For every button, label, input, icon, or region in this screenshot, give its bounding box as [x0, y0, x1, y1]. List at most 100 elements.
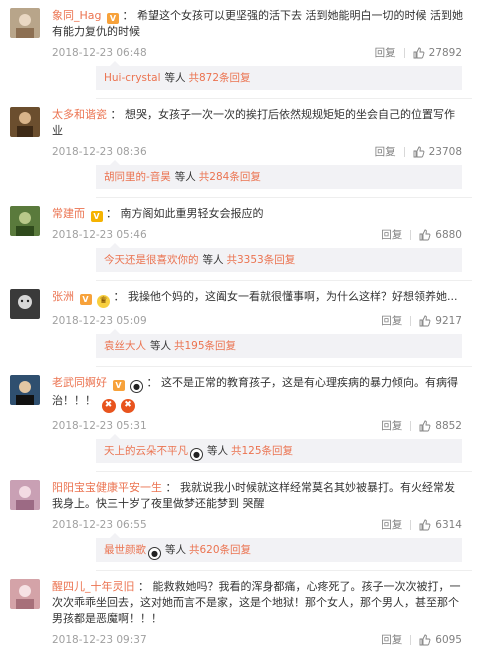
timestamp: 2018-12-23 05:46 — [52, 229, 147, 241]
reply-summary[interactable]: 袁丝大人 等人 共195条回复 — [96, 329, 462, 358]
reply-button[interactable]: 回复 — [381, 514, 402, 536]
member-badge-icon: V — [107, 13, 119, 24]
avatar[interactable] — [10, 579, 40, 609]
reply-button[interactable]: 回复 — [375, 141, 396, 163]
reply-author[interactable]: 胡同里的-音昊 — [104, 171, 171, 183]
username[interactable]: 老武同婀好 — [52, 376, 107, 389]
username[interactable]: 常建而 — [52, 207, 85, 220]
reply-connector: 等人 — [164, 72, 186, 84]
thumbs-up-icon[interactable] — [413, 146, 425, 158]
username[interactable]: 太多和谐瓷 — [52, 108, 107, 121]
like-count[interactable]: 6095 — [435, 629, 462, 651]
avatar[interactable] — [10, 107, 40, 137]
thumbs-up-icon[interactable] — [419, 315, 431, 327]
reply-button[interactable]: 回复 — [381, 310, 402, 332]
reply-author[interactable]: Hui-crystal — [104, 72, 161, 84]
comment-separator: ： — [165, 481, 177, 494]
thumbs-up-icon[interactable] — [419, 519, 431, 531]
avatar[interactable] — [10, 8, 40, 38]
username[interactable]: 张洲 — [52, 290, 74, 303]
reply-count-link[interactable]: 共125条回复 — [231, 445, 293, 457]
timestamp: 2018-12-23 05:09 — [52, 315, 147, 327]
member-badge-icon: V — [79, 294, 92, 305]
reply-button[interactable]: 回复 — [381, 629, 402, 651]
thumbs-up-icon[interactable] — [419, 229, 431, 241]
divider — [410, 520, 412, 530]
comment-separator: ： — [146, 376, 158, 389]
reply-connector: 等人 — [174, 171, 196, 183]
like-count[interactable]: 9217 — [435, 310, 462, 332]
avatar[interactable] — [10, 206, 40, 236]
thumbs-up-icon[interactable] — [419, 634, 431, 646]
member-badge-icon: V — [112, 380, 125, 391]
verified-badge-icon: V — [90, 211, 103, 222]
reply-button[interactable]: 回复 — [381, 224, 402, 246]
avatar[interactable] — [10, 289, 40, 319]
comment-separator: ： — [138, 580, 149, 593]
angry-face-icon: ✖ — [121, 399, 135, 413]
reply-button[interactable]: 回复 — [381, 415, 402, 437]
reply-connector: 等人 — [202, 254, 224, 266]
reply-count-link[interactable]: 共872条回复 — [189, 72, 251, 84]
angry-face-icon: ✖ — [101, 399, 116, 413]
username[interactable]: 象同_Hag — [52, 9, 102, 22]
timestamp: 2018-12-23 06:48 — [52, 47, 147, 59]
crown-icon: ♛ — [97, 295, 110, 308]
like-count[interactable]: 8852 — [435, 415, 462, 437]
reply-connector: 等人 — [165, 544, 186, 556]
reply-count-link[interactable]: 共3353条回复 — [227, 254, 296, 266]
comment-separator: ： — [113, 290, 125, 303]
reply-count-link[interactable]: 共620条回复 — [189, 544, 251, 556]
thumbs-up-icon[interactable] — [419, 420, 431, 432]
timestamp: 2018-12-23 09:37 — [52, 634, 147, 646]
reply-author[interactable]: 袁丝大人 — [104, 340, 146, 352]
reply-author[interactable]: 天上的云朵不平凡 — [104, 445, 188, 457]
like-count[interactable]: 6880 — [435, 224, 462, 246]
comment-separator: ： — [122, 9, 134, 22]
reply-connector: 等人 — [150, 340, 171, 352]
reply-author[interactable]: 最世颜歌 — [104, 544, 146, 556]
panda-icon: ● — [130, 380, 143, 393]
timestamp: 2018-12-23 08:36 — [52, 146, 147, 158]
comment-separator: ： — [106, 207, 117, 220]
reply-count-link[interactable]: 共284条回复 — [199, 171, 261, 183]
divider — [403, 48, 405, 58]
timestamp: 2018-12-23 06:55 — [52, 519, 147, 531]
avatar[interactable] — [10, 375, 40, 405]
comment-text: 我操他个妈的，这阖女一看就很懂事啊，为什么这样？好想领养她... — [128, 290, 458, 303]
reply-summary[interactable]: Hui-crystal 等人 共872条回复 — [96, 61, 462, 90]
comment-item: 老武同婀好 V ● ： 这不是正常的教育孩子，这是有心理疾病的暴力倾向。有病得治… — [0, 367, 480, 472]
reply-summary[interactable]: 胡同里的-音昊 等人 共284条回复 — [96, 160, 462, 189]
panda-icon: ● — [148, 547, 161, 560]
panda-icon: ● — [190, 448, 203, 461]
comment-text: 南方阁如此重男轻女会报应的 — [120, 207, 264, 220]
comment-item: 常建而 V ： 南方阁如此重男轻女会报应的 2018-12-23 05:46 回… — [0, 198, 480, 281]
comment-item: 太多和谐瓷 ： 想哭，女孩子一次一次的挨打后依然规规矩矩的坐会自己的位置写作业 … — [0, 99, 480, 198]
thumbs-up-icon[interactable] — [413, 47, 425, 59]
comment-item: 张洲 V ♛ ： 我操他个妈的，这阖女一看就很懂事啊，为什么这样？好想领养她..… — [0, 281, 480, 367]
timestamp: 2018-12-23 05:31 — [52, 420, 147, 432]
comment-item: 象同_Hag V ： 希望这个女孩可以更坚强的活下去 活到她能明白一切的时候 活… — [0, 0, 480, 99]
comment-item: 醒四儿_十年灵旧 ： 能救救她吗？我看的浑身都痛，心疼死了。孩子一次次被打，一次… — [0, 571, 480, 651]
divider — [410, 316, 412, 326]
reply-summary[interactable]: 最世颜歌 ● 等人 共620条回复 — [96, 533, 462, 562]
divider — [410, 635, 412, 645]
username[interactable]: 醒四儿_十年灵旧 — [52, 580, 135, 593]
like-count[interactable]: 27892 — [429, 42, 462, 64]
reply-summary[interactable]: 今天还是很喜欢你的 等人 共3353条回复 — [96, 243, 462, 272]
reply-author[interactable]: 今天还是很喜欢你的 — [104, 254, 199, 266]
reply-count-link[interactable]: 共195条回复 — [174, 340, 236, 352]
reply-summary[interactable]: 天上的云朵不平凡 ● 等人 共125条回复 — [96, 434, 462, 463]
like-count[interactable]: 23708 — [429, 141, 462, 163]
comment-item: 阳阳宝宝健康平安一生 ： 我就说我小时候就这样经常莫名其妙被暴打。有火经常发我身… — [0, 472, 480, 571]
divider — [403, 147, 405, 157]
divider — [410, 421, 412, 431]
like-count[interactable]: 6314 — [435, 514, 462, 536]
avatar[interactable] — [10, 480, 40, 510]
username[interactable]: 阳阳宝宝健康平安一生 — [52, 481, 162, 494]
divider — [410, 230, 412, 240]
comment-separator: ： — [110, 108, 122, 121]
reply-connector: 等人 — [207, 445, 228, 457]
comment-feed: 象同_Hag V ： 希望这个女孩可以更坚强的活下去 活到她能明白一切的时候 活… — [0, 0, 480, 651]
reply-button[interactable]: 回复 — [375, 42, 396, 64]
